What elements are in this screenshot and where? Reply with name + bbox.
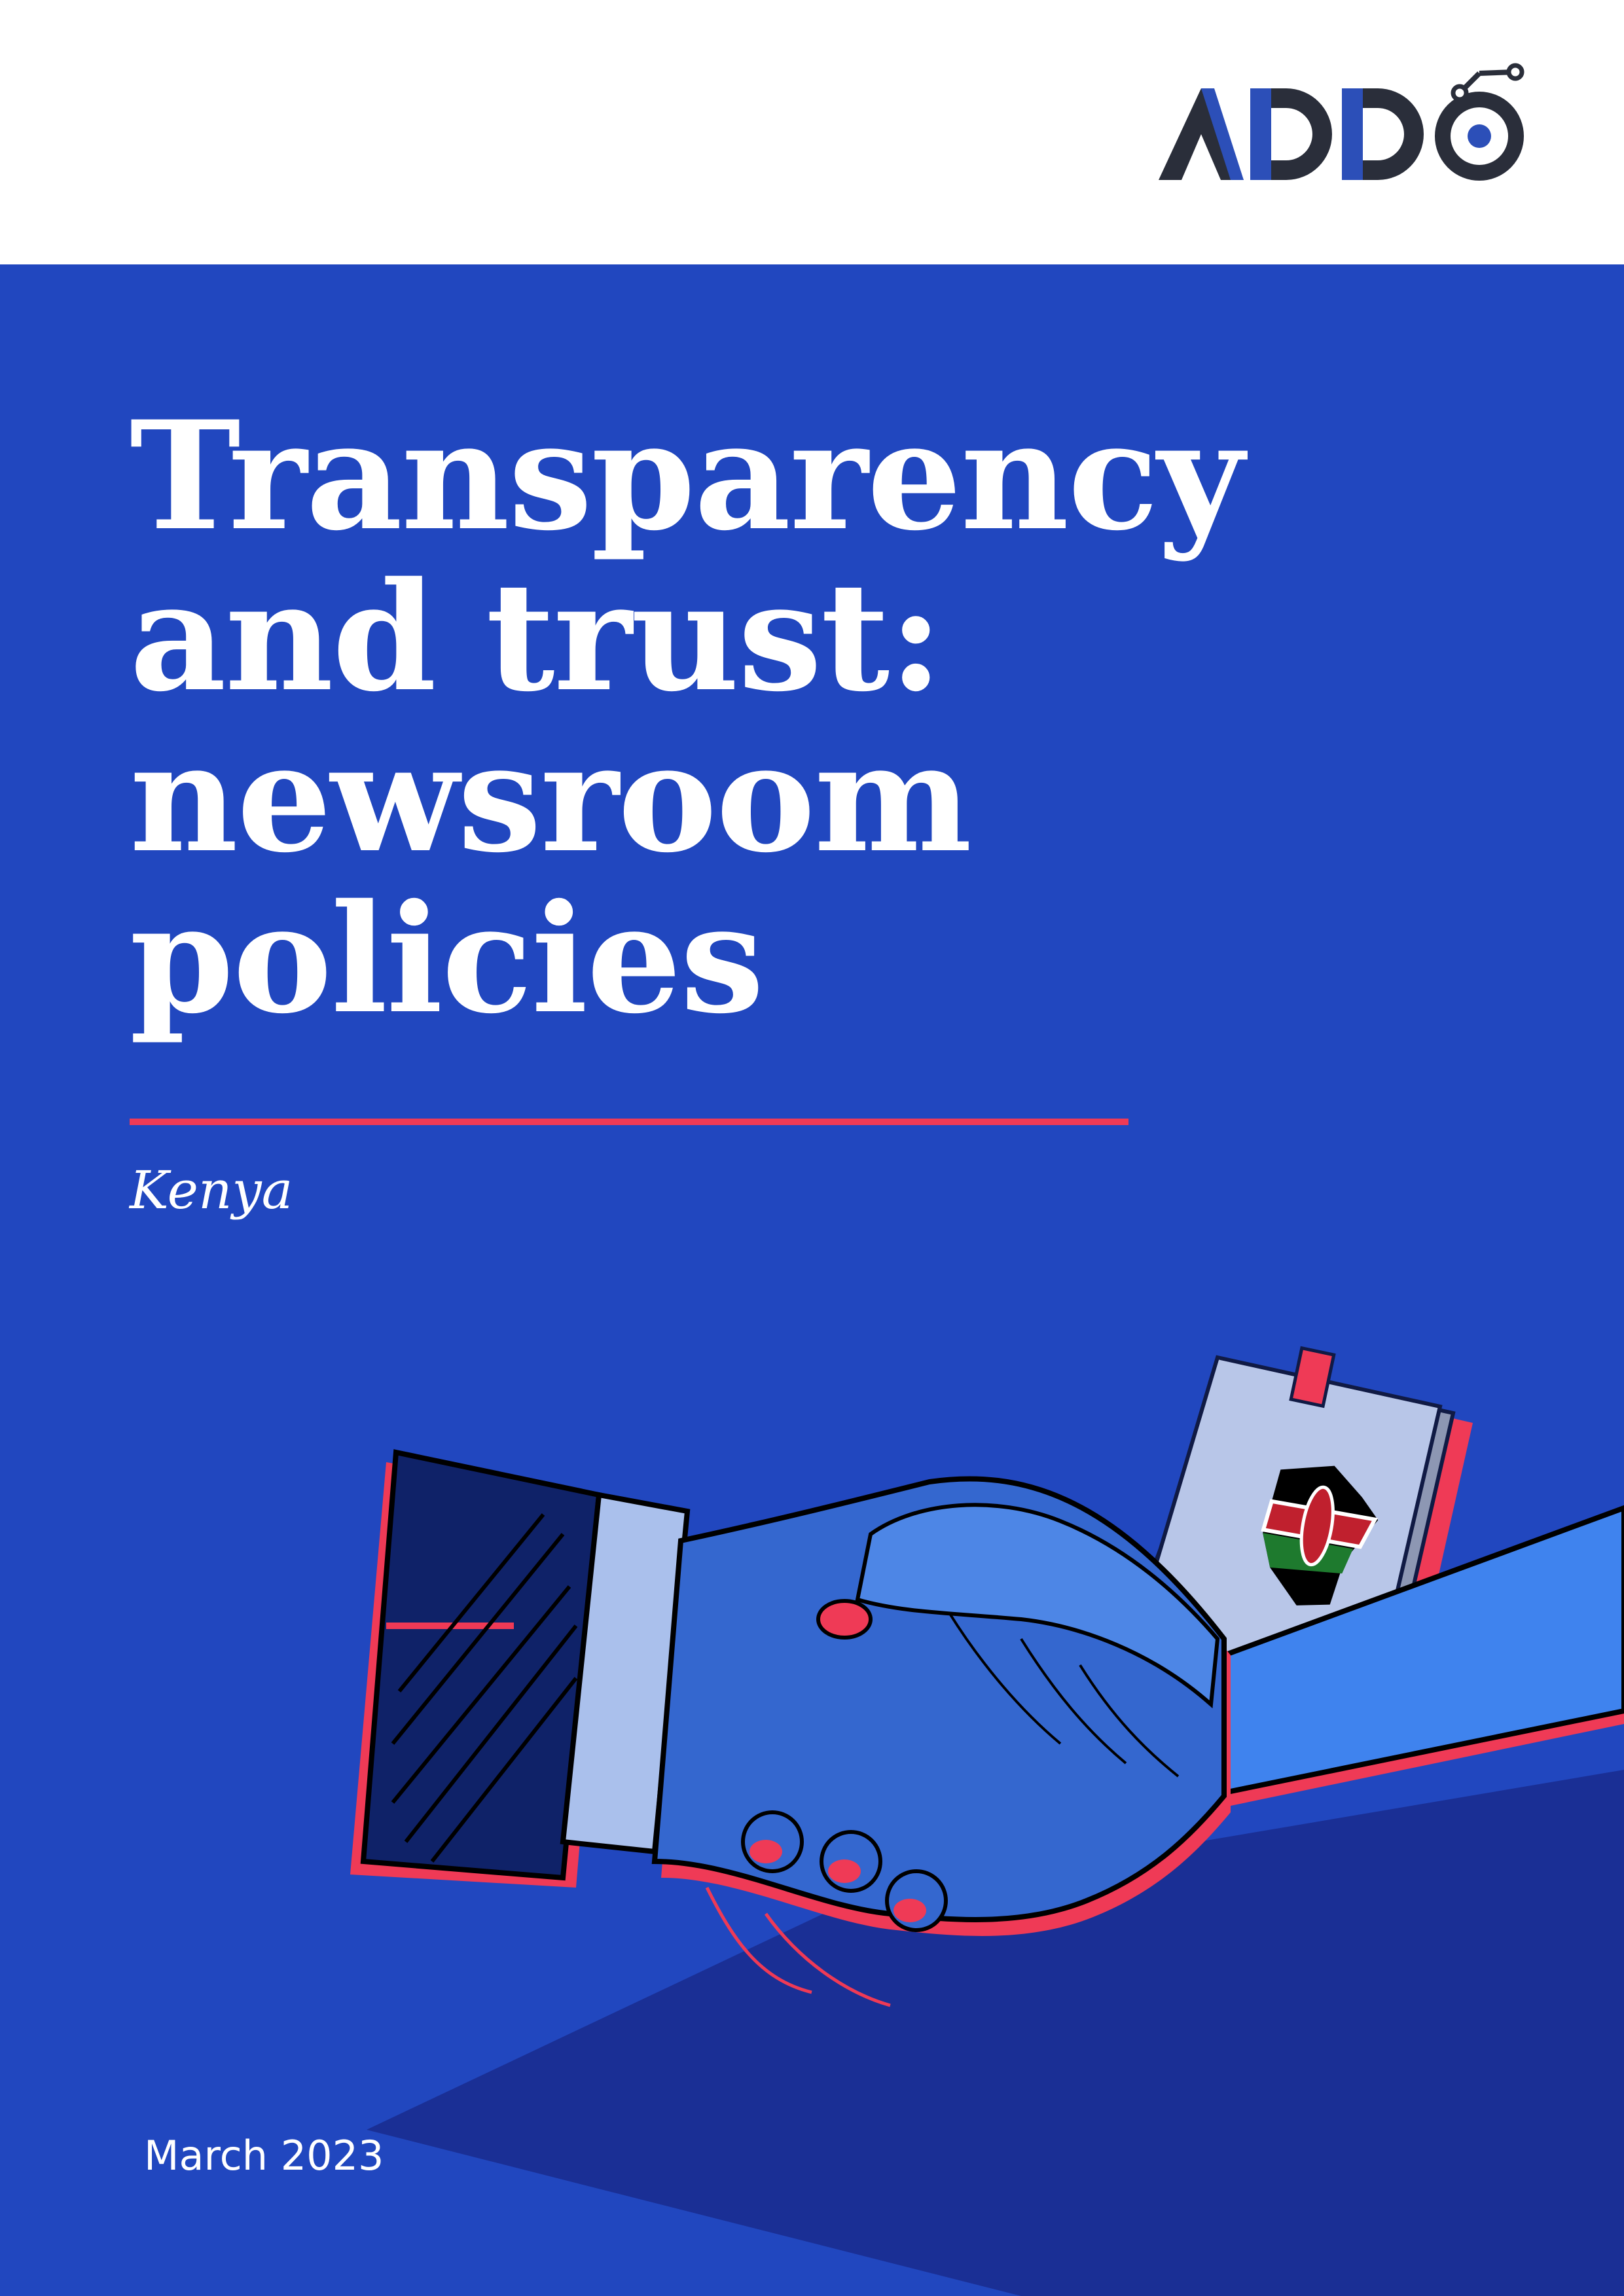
report-cover-page: Transparency and trust: newsroom policie… [0,0,1624,2296]
addo-logo [1159,63,1525,181]
title-line-2: and trust: [130,549,943,725]
title-line-4: policies [130,871,765,1047]
handshake-illustration [350,1346,1624,2296]
report-title: Transparency and trust: newsroom policie… [130,395,1373,1039]
left-arm-sleeve [350,1449,691,1888]
cover-panel: Transparency and trust: newsroom policie… [0,264,1624,2296]
title-line-1: Transparency [130,388,1244,564]
title-line-3: newsroom [130,710,972,886]
publication-date: March 2023 [144,2132,384,2179]
header-bar [0,0,1624,264]
